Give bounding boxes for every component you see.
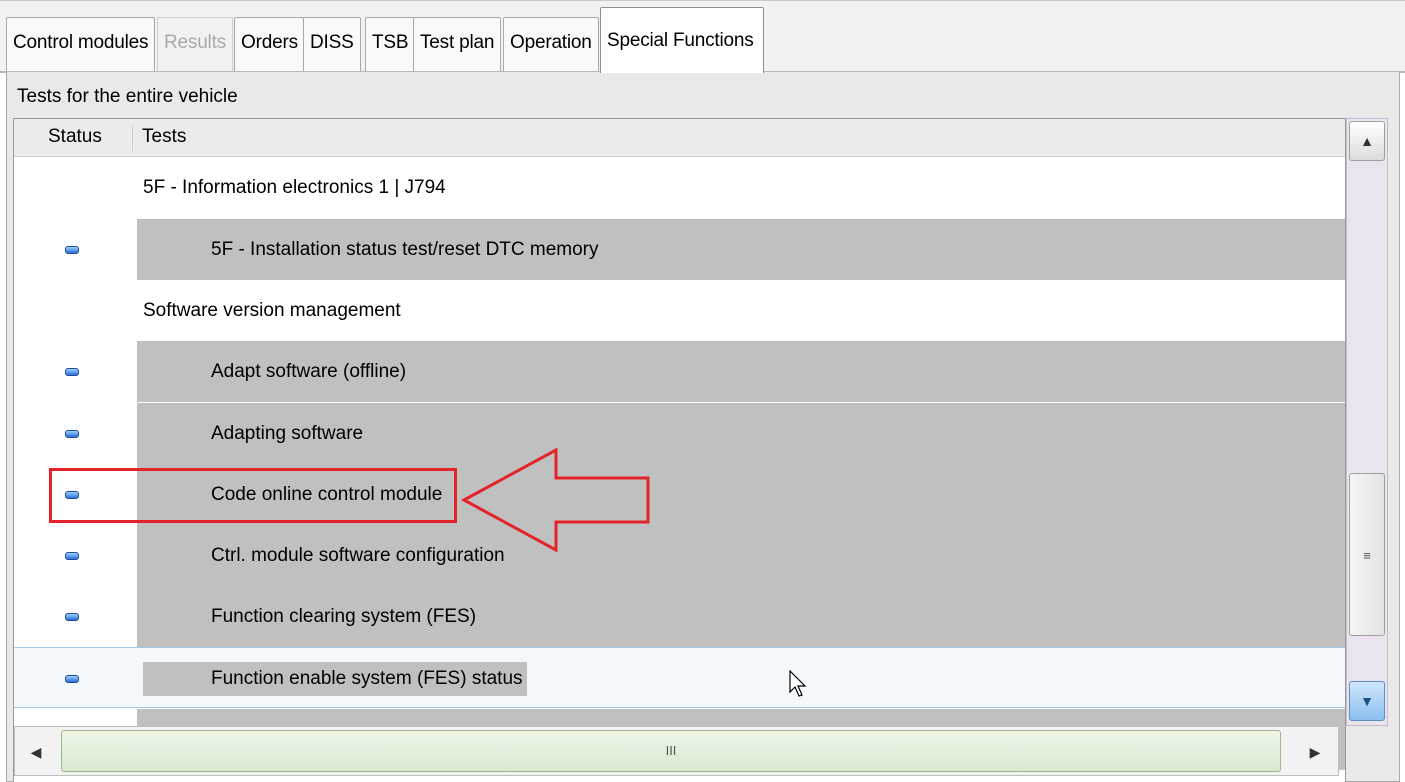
tab-tsb[interactable]: TSB [365, 17, 416, 71]
scroll-up-button[interactable]: ▲ [1349, 121, 1385, 161]
tests-list: Status Tests 5F - Information electronic… [13, 118, 1346, 782]
grip-icon: III [665, 743, 677, 758]
grip-icon: ≡ [1363, 548, 1371, 563]
vertical-scrollbar[interactable]: ▲ ≡ ▼ [1346, 118, 1388, 726]
mouse-cursor-icon [789, 670, 807, 697]
group-label: 5F - Information electronics 1 | J794 [143, 177, 446, 198]
tab-orders[interactable]: Orders [234, 17, 305, 71]
test-label-text: Function enable system (FES) status [143, 662, 527, 696]
test-row-adapting-software[interactable]: Adapting software [14, 403, 1345, 464]
test-row-installation-status[interactable]: 5F - Installation status test/reset DTC … [14, 219, 1345, 280]
group-row-information-electronics[interactable]: 5F - Information electronics 1 | J794 [14, 157, 1345, 218]
chevron-up-icon: ▲ [1360, 133, 1374, 149]
status-led-icon [65, 368, 79, 376]
tab-bar: Control modules Results Orders DISS TSB … [0, 0, 1405, 73]
scroll-down-button[interactable]: ▼ [1349, 681, 1385, 721]
tab-test-plan[interactable]: Test plan [413, 17, 502, 71]
tab-diss[interactable]: DISS [303, 17, 361, 71]
status-led-icon [65, 246, 79, 254]
test-label: Function enable system (FES) status [137, 648, 1345, 709]
group-label: Software version management [143, 300, 401, 321]
scroll-right-button[interactable]: ▶ [1300, 737, 1330, 767]
chevron-down-icon: ▼ [1360, 693, 1374, 709]
tab-operation[interactable]: Operation [503, 17, 599, 71]
tab-results: Results [157, 17, 233, 71]
arrow-left-icon: ◀ [30, 744, 42, 760]
list-header: Status Tests [14, 119, 1345, 157]
status-led-icon [65, 552, 79, 560]
annotation-arrow-icon [460, 448, 650, 552]
tab-control-modules[interactable]: Control modules [6, 17, 156, 71]
scroll-left-button[interactable]: ◀ [21, 737, 51, 767]
special-functions-panel: Tests for the entire vehicle Status Test… [6, 72, 1400, 782]
status-led-icon [65, 675, 79, 683]
horizontal-scroll-thumb[interactable]: III [61, 730, 1281, 772]
test-row-function-enable-system-status[interactable]: Function enable system (FES) status [14, 647, 1345, 709]
group-row-software-version-management[interactable]: Software version management [14, 280, 1345, 341]
test-row-adapt-software-offline[interactable]: Adapt software (offline) [14, 341, 1345, 402]
status-led-icon [65, 613, 79, 621]
tab-special-functions[interactable]: Special Functions [600, 7, 764, 73]
arrow-right-icon: ▶ [1309, 744, 1321, 760]
section-title: Tests for the entire vehicle [17, 86, 238, 107]
test-row-ctrl-module-software-configuration[interactable]: Ctrl. module software configuration [14, 525, 1345, 586]
test-label: Ctrl. module software configuration [137, 525, 1345, 586]
test-label: 5F - Installation status test/reset DTC … [137, 219, 1345, 280]
status-led-icon [65, 430, 79, 438]
test-label: Function clearing system (FES) [137, 586, 1345, 647]
test-label: Adapt software (offline) [137, 341, 1345, 402]
annotation-highlight-box [49, 468, 457, 523]
horizontal-scrollbar[interactable]: ◀ III ▶ [14, 726, 1339, 776]
column-header-status[interactable]: Status [48, 126, 102, 148]
test-label: Adapting software [137, 403, 1345, 464]
vertical-scroll-thumb[interactable]: ≡ [1349, 473, 1385, 636]
column-header-tests[interactable]: Tests [142, 126, 186, 148]
column-divider [132, 125, 133, 151]
test-row-function-clearing-system[interactable]: Function clearing system (FES) [14, 586, 1345, 647]
